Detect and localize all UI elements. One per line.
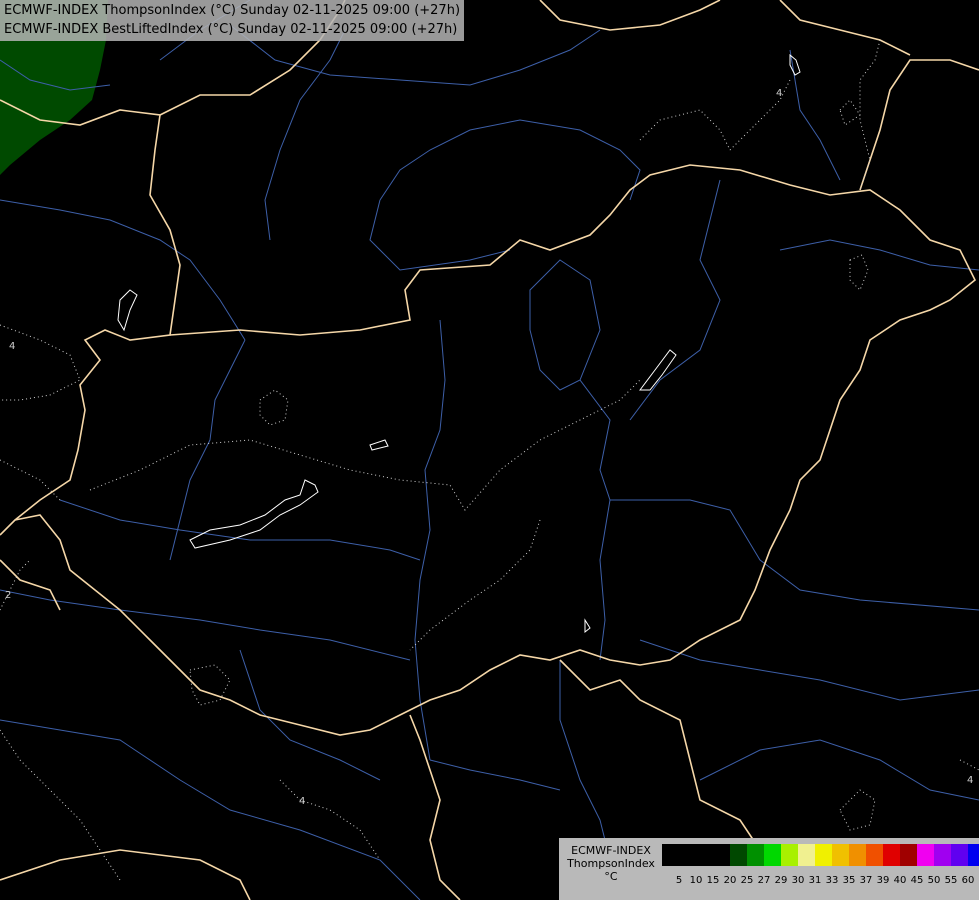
legend-tick-label: 60 [961,875,975,886]
legend-tick-label: 55 [944,875,958,886]
legend-tick-label: 33 [825,875,839,886]
legend-swatch [849,844,866,866]
legend-tick-label: 35 [842,875,856,886]
legend-tick-label: 15 [706,875,720,886]
legend-swatch [662,844,679,866]
legend-swatch [900,844,917,866]
legend-swatch [781,844,798,866]
legend-title: ECMWF-INDEX ThompsonIndex °C [561,844,661,883]
legend-swatch [679,844,696,866]
legend-swatch [764,844,781,866]
legend-swatch [866,844,883,866]
legend-swatch [798,844,815,866]
legend-tick-label: 29 [774,875,788,886]
legend-parameter: ThompsonIndex [567,857,655,870]
legend-tick-label: 5 [675,875,683,886]
legend-swatch [713,844,730,866]
legend-tick-label: 40 [893,875,907,886]
legend-swatch [917,844,934,866]
legend-tick-label: 10 [689,875,703,886]
legend-swatch [747,844,764,866]
legend-swatch [815,844,832,866]
legend-swatch [730,844,747,866]
weather-map: 4 4 2 4 4 [0,0,979,900]
legend-tick-label: 39 [876,875,890,886]
legend-tick-label: 20 [723,875,737,886]
legend-tick-label: 27 [757,875,771,886]
legend-tick-label: 25 [740,875,754,886]
legend-swatch [951,844,968,866]
legend-tick-label: 45 [910,875,924,886]
legend-swatch [696,844,713,866]
legend-tick-label: 50 [927,875,941,886]
contour-label: 4 [9,341,15,352]
contour-label: 4 [299,796,305,807]
map-title-lifted: ECMWF-INDEX BestLiftedIndex (°C) Sunday … [4,22,458,37]
legend-unit: °C [604,870,618,883]
color-legend: ECMWF-INDEX ThompsonIndex °C 5 10 15 20 25 27… [559,838,979,900]
contour-label: 2 [5,590,11,601]
legend-model: ECMWF-INDEX [571,844,651,857]
legend-swatch [968,844,979,866]
legend-tick-label: 31 [808,875,822,886]
contour-label: 4 [776,88,782,99]
contour-label: 4 [967,775,973,786]
legend-tick-label: 37 [859,875,873,886]
legend-tick-label: 30 [791,875,805,886]
legend-swatch [832,844,849,866]
legend-swatch [934,844,951,866]
legend-swatch [883,844,900,866]
map-title-thompson: ECMWF-INDEX ThompsonIndex (°C) Sunday 02… [4,3,461,18]
map-title-box: ECMWF-INDEX ThompsonIndex (°C) Sunday 02… [0,0,465,41]
